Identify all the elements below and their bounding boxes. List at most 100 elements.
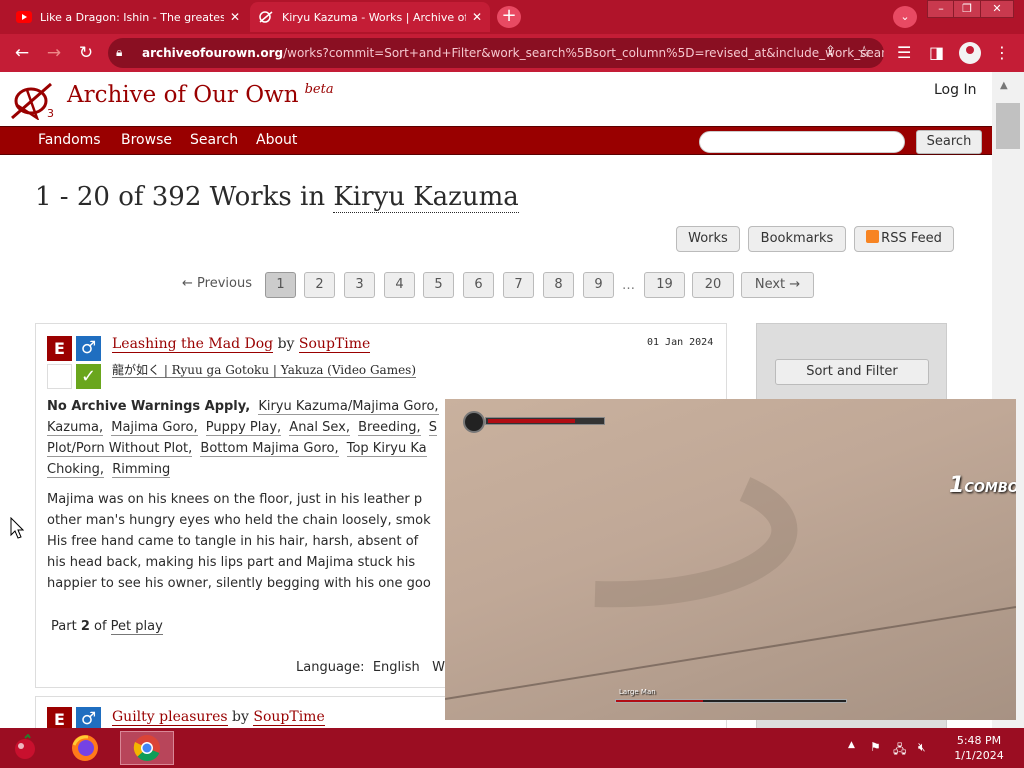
rss-icon <box>866 230 880 243</box>
series-info: Part 2 of Pet play <box>51 619 163 635</box>
system-clock[interactable]: 5:48 PM 1/1/2024 <box>944 733 1014 763</box>
work-stats: Language: English W <box>296 660 446 675</box>
author-link[interactable]: SoupTime <box>298 336 371 353</box>
page-link[interactable]: 8 <box>543 272 574 298</box>
scroll-up-icon[interactable]: ▲ <box>1000 80 1008 91</box>
nav-about[interactable]: About <box>256 132 297 148</box>
tag-link[interactable]: Rimming <box>112 462 171 478</box>
tag-link[interactable]: Breeding, <box>358 420 421 436</box>
close-icon[interactable]: ✕ <box>472 10 482 24</box>
relationship-tag[interactable]: Kiryu Kazuma/Majima Goro, <box>258 399 439 415</box>
player-heat-gauge <box>463 411 485 433</box>
works-button[interactable]: Works <box>676 226 740 252</box>
warning-tag[interactable]: No Archive Warnings Apply, <box>47 399 250 414</box>
page-title: 1 - 20 of 392 Works in Kiryu Kazuma <box>35 182 519 213</box>
complete-check-icon: ✓ <box>76 364 101 389</box>
tag-link[interactable]: Anal Sex, <box>289 420 350 436</box>
enemy-name: Large Man <box>619 688 656 696</box>
page-link[interactable]: 9 <box>583 272 614 298</box>
scrollbar-thumb[interactable] <box>996 103 1020 149</box>
star-icon[interactable]: ☆ <box>857 42 871 61</box>
url-host: archiveofourown.org <box>142 46 284 60</box>
author-link[interactable]: SoupTime <box>253 709 325 726</box>
flag-icon[interactable]: ⚑ <box>870 740 881 754</box>
page-link[interactable]: 3 <box>344 272 375 298</box>
chrome-icon[interactable] <box>120 731 174 765</box>
game-video-overlay[interactable]: 1COMBO Large Man <box>445 399 1016 720</box>
minimize-icon[interactable]: – <box>927 0 955 18</box>
address-bar[interactable]: archiveofourown.org/works?commit=Sort+an… <box>108 38 884 68</box>
rss-feed-button[interactable]: RSS Feed <box>854 226 954 252</box>
network-icon[interactable]: 🖧︎ <box>893 740 906 761</box>
tag-link[interactable]: Choking, <box>47 462 105 478</box>
combo-counter: 1COMBO <box>949 473 1016 498</box>
page-link[interactable]: 6 <box>463 272 494 298</box>
category-mm-icon: ♂ <box>76 336 101 361</box>
restore-icon[interactable]: ❐ <box>953 0 981 18</box>
tab-title: Kiryu Kazuma - Works | Archive of Our Ow… <box>282 10 466 24</box>
page-link[interactable]: 7 <box>503 272 534 298</box>
page-link[interactable]: 20 <box>692 272 734 298</box>
tab-ao3[interactable]: Kiryu Kazuma - Works | Archive of Our Ow… <box>250 2 490 32</box>
taskbar: ▲ ⚑ 🖧︎ 🔇︎ 5:48 PM 1/1/2024 <box>0 728 1024 768</box>
new-tab-button[interactable]: + <box>497 6 521 28</box>
reload-icon[interactable]: ↻ <box>75 42 97 64</box>
sort-filter-button[interactable]: Sort and Filter <box>775 359 929 385</box>
svg-text:3: 3 <box>47 107 54 120</box>
pagination-next[interactable]: Next → <box>741 272 814 298</box>
firefox-icon[interactable] <box>68 731 102 765</box>
tag-link[interactable]: Puppy Play, <box>205 420 282 436</box>
tag-link[interactable]: Top Kiryu Ka <box>346 441 427 457</box>
page-link[interactable]: 2 <box>304 272 335 298</box>
page-link[interactable]: 19 <box>644 272 685 298</box>
tag-link[interactable]: Bottom Majima Goro, <box>200 441 339 457</box>
nav-fandoms[interactable]: Fandoms <box>38 132 101 148</box>
work-heading: Guilty pleasures by SoupTime <box>112 709 325 726</box>
close-window-icon[interactable]: ✕ <box>980 0 1014 18</box>
nav-search[interactable]: Search <box>190 132 238 148</box>
player-health-fill <box>488 419 575 423</box>
work-title-link[interactable]: Guilty pleasures <box>112 709 228 726</box>
tab-title: Like a Dragon: Ishin - The greatest <box>40 10 224 24</box>
series-link[interactable]: Pet play <box>110 619 163 635</box>
category-mm-icon: ♂ <box>76 707 101 728</box>
close-icon[interactable]: ✕ <box>230 10 240 24</box>
tag-link[interactable]: S <box>428 420 438 436</box>
search-button[interactable]: Search <box>916 130 982 154</box>
work-title-link[interactable]: Leashing the Mad Dog <box>112 336 274 353</box>
nav-browse[interactable]: Browse <box>121 132 172 148</box>
volume-muted-icon[interactable]: 🔇︎ <box>918 740 926 755</box>
page-link[interactable]: 5 <box>423 272 454 298</box>
bookmarks-button[interactable]: Bookmarks <box>748 226 846 252</box>
browser-toolbar: ← → ↻ archiveofourown.org/works?commit=S… <box>0 34 1024 72</box>
beta-label: beta <box>304 82 334 97</box>
tag-link[interactable]: Kazuma, <box>47 420 104 436</box>
ao3-icon <box>258 9 274 25</box>
rating-explicit-icon: E <box>47 707 72 728</box>
login-link[interactable]: Log In <box>934 82 976 98</box>
fandom-tags: 龍が如く | Ryuu ga Gotoku | Yakuza (Video Ga… <box>112 363 417 378</box>
page-link[interactable]: 1 <box>265 272 296 298</box>
ao3-logo[interactable]: 3 <box>7 80 63 120</box>
tag-link[interactable]: Majima Goro, <box>111 420 198 436</box>
menu-icon[interactable]: ⋮ <box>994 43 1010 62</box>
mouse-cursor-icon <box>10 517 24 539</box>
app-icon[interactable] <box>8 731 42 765</box>
lock-icon[interactable]: 🔒︎ <box>116 45 122 60</box>
forward-icon[interactable]: → <box>43 42 65 64</box>
reading-list-icon[interactable]: ☰ <box>897 43 911 62</box>
chevron-down-icon[interactable]: ⌄ <box>893 6 917 28</box>
tray-overflow-icon[interactable]: ▲ <box>848 740 855 750</box>
tag-link[interactable]: Plot/Porn Without Plot, <box>47 441 193 457</box>
profile-avatar[interactable] <box>959 42 981 64</box>
site-title[interactable]: Archive of Our Own beta <box>67 82 334 108</box>
share-icon[interactable]: ⇪ <box>825 44 836 59</box>
side-panel-icon[interactable]: ◨ <box>929 43 944 62</box>
search-input[interactable] <box>699 131 905 153</box>
pagination-previous[interactable]: ← Previous <box>182 276 252 291</box>
site-nav: Fandoms Browse Search About Search <box>0 126 992 155</box>
heading-tag-link[interactable]: Kiryu Kazuma <box>333 182 519 213</box>
tab-youtube[interactable]: Like a Dragon: Ishin - The greatest ✕ <box>8 2 248 32</box>
back-icon[interactable]: ← <box>11 42 33 64</box>
page-link[interactable]: 4 <box>384 272 415 298</box>
